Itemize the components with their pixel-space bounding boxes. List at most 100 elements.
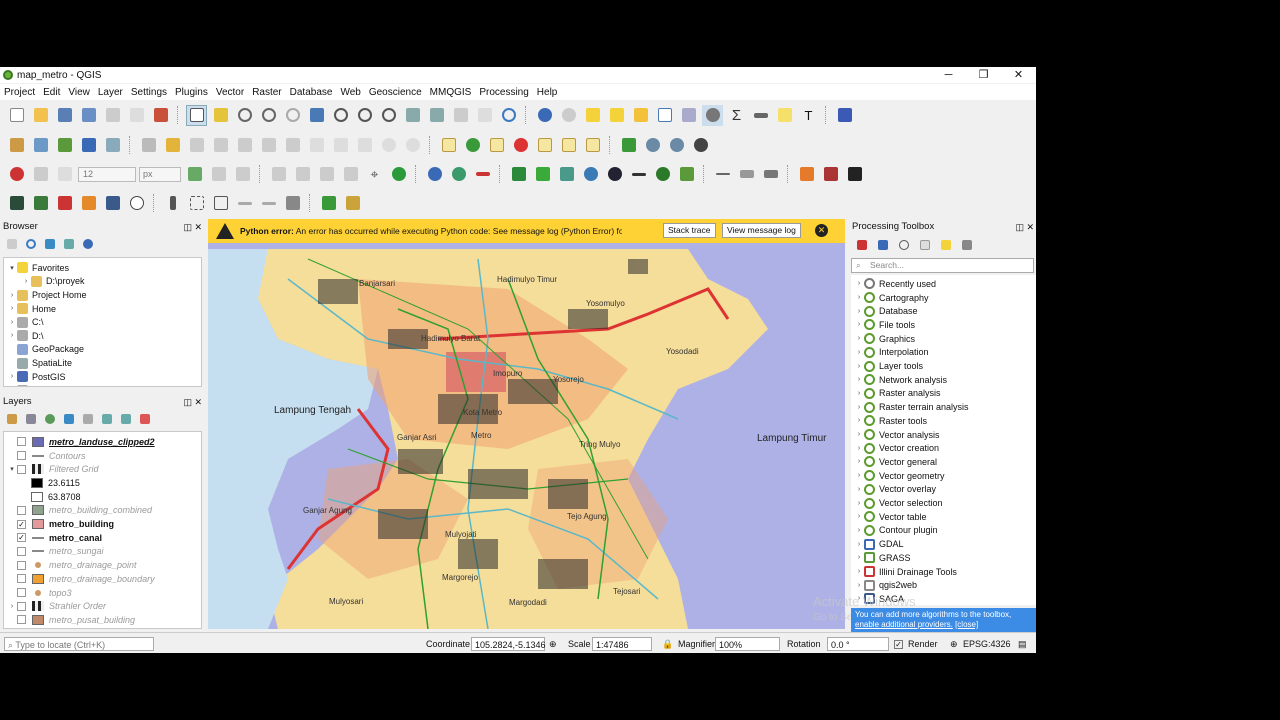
- save-edits-icon[interactable]: [186, 135, 207, 156]
- toolbox-item[interactable]: › Raster terrain analysis: [851, 400, 969, 414]
- font-size-spinbox[interactable]: 12: [78, 166, 136, 182]
- menu-plugins[interactable]: Plugins: [175, 87, 208, 98]
- layer-item[interactable]: metro_landuse_clipped2: [4, 435, 155, 449]
- move-label-icon[interactable]: [534, 135, 555, 156]
- add-raster-icon[interactable]: [78, 135, 99, 156]
- wand-1-icon[interactable]: [234, 193, 255, 214]
- zoom-out-icon[interactable]: [258, 105, 279, 126]
- attribute-table-icon[interactable]: [654, 105, 675, 126]
- filter-expression-icon[interactable]: [80, 409, 96, 430]
- layer-visibility-checkbox[interactable]: [17, 451, 26, 461]
- menu-layer[interactable]: Layer: [98, 87, 123, 98]
- plugin-h-icon[interactable]: [628, 164, 649, 185]
- plugin-c-icon[interactable]: [508, 164, 529, 185]
- plugin-g-icon[interactable]: [604, 164, 625, 185]
- redo-icon[interactable]: [402, 135, 423, 156]
- plugin-j-icon[interactable]: [676, 164, 697, 185]
- plugin-globe-3-icon[interactable]: [690, 135, 711, 156]
- toolbox-item[interactable]: › Layer tools: [851, 359, 923, 373]
- filter-browser-icon[interactable]: [42, 234, 58, 255]
- menu-edit[interactable]: Edit: [43, 87, 60, 98]
- digitize-icon[interactable]: [234, 135, 255, 156]
- zoom-in-icon[interactable]: [234, 105, 255, 126]
- toolbox-item[interactable]: › qgis2web: [851, 578, 917, 592]
- layer-expand-arrow-icon[interactable]: ▾: [7, 465, 17, 473]
- zoom-selection-icon[interactable]: [330, 105, 351, 126]
- layer-item[interactable]: metro_drainage_point: [4, 558, 137, 572]
- plugin-o-icon[interactable]: [820, 164, 841, 185]
- layer-item[interactable]: 23.6115: [4, 476, 80, 490]
- layers-tree[interactable]: metro_landuse_clipped2 Contours ▾ Filtered …: [3, 431, 202, 629]
- expand-arrow-icon[interactable]: ›: [7, 319, 17, 326]
- plugin-globe-1-icon[interactable]: [642, 135, 663, 156]
- plugin-b-icon[interactable]: [472, 164, 493, 185]
- menu-settings[interactable]: Settings: [131, 87, 167, 98]
- new-map-view-icon[interactable]: [450, 105, 471, 126]
- toolbox-expand-icon[interactable]: ›: [854, 568, 864, 575]
- layer-visibility-checkbox[interactable]: [17, 560, 26, 570]
- rotate-label-icon[interactable]: [558, 135, 579, 156]
- vertex-tool-icon[interactable]: [258, 135, 279, 156]
- record-icon[interactable]: [388, 164, 409, 185]
- grass-4-icon[interactable]: [78, 193, 99, 214]
- unit-select[interactable]: px: [139, 166, 181, 182]
- add-wms-icon[interactable]: [102, 135, 123, 156]
- plugin-q-icon[interactable]: [342, 193, 363, 214]
- scale-field[interactable]: 1:47486: [592, 637, 652, 651]
- self-snap-icon[interactable]: [208, 164, 229, 185]
- action-icon[interactable]: [558, 105, 579, 126]
- search-plugin-icon[interactable]: [318, 193, 339, 214]
- toolbox-item[interactable]: › Raster tools: [851, 414, 927, 428]
- toolbox-item[interactable]: › Raster analysis: [851, 387, 941, 401]
- plugin-f-icon[interactable]: [580, 164, 601, 185]
- toolbox-item[interactable]: › Vector general: [851, 455, 937, 469]
- toolbox-item[interactable]: › Illini Drainage Tools: [851, 565, 957, 579]
- toolbox-expand-icon[interactable]: ›: [854, 294, 864, 301]
- browser-item[interactable]: › D:\proyek: [4, 275, 85, 289]
- view-message-log-button[interactable]: View message log: [722, 223, 801, 238]
- coordinate-field[interactable]: 105.2824,-5.1346: [471, 637, 546, 651]
- menu-mmqgis[interactable]: MMQGIS: [430, 87, 472, 98]
- plugin-triangle-icon[interactable]: [618, 135, 639, 156]
- enable-providers-link[interactable]: enable additional providers.: [855, 620, 953, 629]
- toolbox-expand-icon[interactable]: ›: [854, 404, 864, 411]
- menu-web[interactable]: Web: [340, 87, 360, 98]
- change-label-icon[interactable]: [582, 135, 603, 156]
- layer-visibility-checkbox[interactable]: [17, 615, 26, 625]
- toolbox-expand-icon[interactable]: ›: [854, 308, 864, 315]
- toolbox-expand-icon[interactable]: ›: [854, 321, 864, 328]
- drape-icon[interactable]: [282, 193, 303, 214]
- menu-raster[interactable]: Raster: [252, 87, 281, 98]
- georef-icon[interactable]: [162, 193, 183, 214]
- close-error-icon[interactable]: ✕: [815, 224, 828, 237]
- python-console-icon[interactable]: [424, 164, 445, 185]
- layer-item[interactable]: metro_drainage_boundary: [4, 572, 155, 586]
- zoom-full-icon[interactable]: [306, 105, 327, 126]
- toolbox-expand-icon[interactable]: ›: [854, 582, 864, 589]
- browser-item[interactable]: › Project Home: [4, 288, 87, 302]
- toolbox-item[interactable]: › Cartography: [851, 291, 929, 305]
- grass-1-icon[interactable]: [6, 193, 27, 214]
- filter-legend-icon[interactable]: [61, 409, 77, 430]
- toolbox-item[interactable]: › Graphics: [851, 332, 915, 346]
- pan-to-selection-icon[interactable]: [210, 105, 231, 126]
- toolbox-close-icon[interactable]: ◫ ✕: [1015, 220, 1034, 234]
- toolbox-tree[interactable]: › Recently used › Cartography › Database › File…: [851, 275, 1036, 605]
- plugin-a-icon[interactable]: [448, 164, 469, 185]
- toolbox-expand-icon[interactable]: ›: [854, 349, 864, 356]
- snap-type-icon[interactable]: [54, 164, 75, 185]
- maximize-button[interactable]: ❐: [966, 67, 1001, 83]
- layer-item[interactable]: › Strahler Order: [4, 599, 106, 613]
- cut-icon[interactable]: [306, 135, 327, 156]
- undo-icon[interactable]: [378, 135, 399, 156]
- topological-editing-icon[interactable]: [232, 164, 253, 185]
- toolbox-expand-icon[interactable]: ›: [854, 500, 864, 507]
- field-calculator-icon[interactable]: [678, 105, 699, 126]
- layer-item[interactable]: ▾ Filtered Grid: [4, 462, 99, 476]
- extent-icon[interactable]: [210, 193, 231, 214]
- toolbox-expand-icon[interactable]: ›: [854, 280, 864, 287]
- snap-mode-icon[interactable]: [30, 164, 51, 185]
- toolbox-item[interactable]: › Vector creation: [851, 441, 939, 455]
- pin-labels-icon[interactable]: [486, 135, 507, 156]
- grass-3-icon[interactable]: [54, 193, 75, 214]
